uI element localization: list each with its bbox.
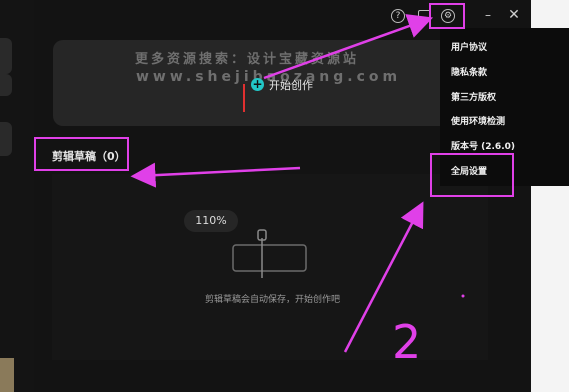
left-sidebar — [0, 0, 34, 392]
zoom-level: 110% — [184, 210, 238, 232]
drafts-panel — [52, 174, 488, 360]
menu-item-version[interactable]: 版本号 (2.6.0) — [451, 139, 515, 152]
settings-menu: 用户协议 隐私条款 第三方版权 使用环境检测 版本号 (2.6.0) 全局设置 — [440, 28, 569, 186]
menu-item-env-check[interactable]: 使用环境检测 — [451, 114, 505, 127]
empty-drafts-note: 剪辑草稿会自动保存，开始创作吧 — [205, 295, 341, 305]
sidebar-block — [0, 38, 12, 74]
plus-icon[interactable]: + — [251, 78, 264, 91]
start-create-label[interactable]: 开始创作 — [269, 77, 313, 93]
close-icon[interactable]: ✕ — [505, 6, 523, 24]
sidebar-block — [0, 74, 12, 96]
minimize-icon[interactable]: – — [479, 6, 497, 24]
menu-item-user-agreement[interactable]: 用户协议 — [451, 40, 487, 53]
sidebar-block — [0, 122, 12, 156]
menu-item-privacy[interactable]: 隐私条款 — [451, 65, 487, 78]
avatar — [0, 358, 14, 392]
menu-item-global-settings[interactable]: 全局设置 — [451, 164, 487, 177]
help-circle-icon[interactable]: ? — [391, 9, 405, 23]
monitor-icon[interactable] — [418, 10, 431, 21]
drafts-title: 剪辑草稿（0） — [52, 150, 126, 163]
gear-icon[interactable]: ⚙ — [441, 9, 455, 23]
watermark-text: 更多资源搜索：设计宝藏资源站 — [135, 52, 360, 67]
menu-item-third-party[interactable]: 第三方版权 — [451, 90, 496, 103]
